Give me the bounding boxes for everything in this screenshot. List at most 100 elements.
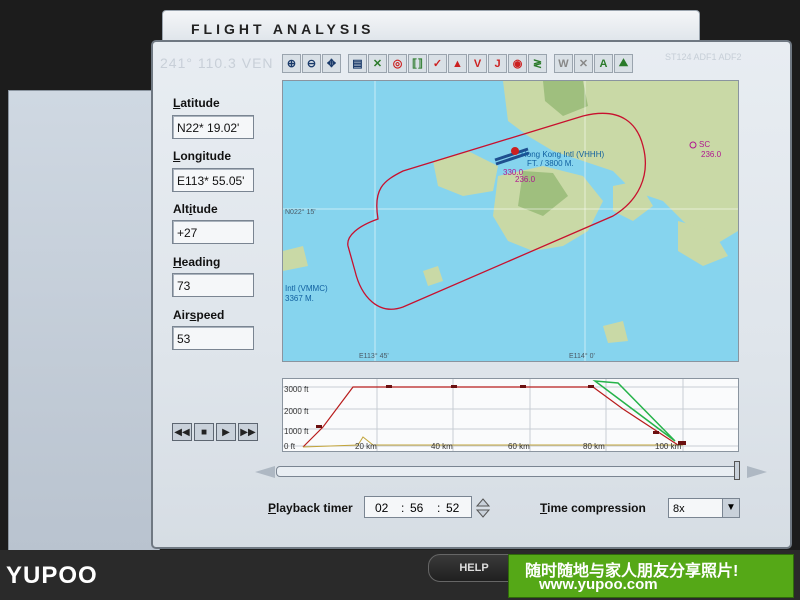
- longitude-field: E113* 55.05': [172, 168, 254, 192]
- airway-button[interactable]: ≷: [528, 54, 547, 73]
- lon-tick-label-2: E114° 0': [569, 352, 595, 360]
- terrain-button[interactable]: ⛰: [614, 54, 633, 73]
- print-icon: ▤: [352, 58, 363, 70]
- help-button[interactable]: HELP: [428, 554, 520, 582]
- center-icon: ✥: [326, 58, 337, 70]
- yupoo-logo: YUPOO: [6, 562, 98, 589]
- spin-up-icon[interactable]: [475, 498, 491, 507]
- zoom-out-button[interactable]: ⊖: [302, 54, 321, 73]
- rewind-icon: ◀◀: [174, 426, 190, 438]
- j-button[interactable]: J: [488, 54, 507, 73]
- timer-seconds[interactable]: 52: [446, 497, 459, 519]
- time-compression-select[interactable]: 8x ▼: [668, 498, 740, 518]
- print-button[interactable]: ▤: [348, 54, 367, 73]
- triangle-icon: ▲: [452, 57, 463, 70]
- map-view[interactable]: Hong Kong Intl (VHHH) FT. / 3800 M. 330.…: [282, 80, 739, 362]
- airport-button[interactable]: ◉: [508, 54, 527, 73]
- profile-canvas: 3000 ft 2000 ft 1000 ft 0 ft 20 km 40 km…: [283, 379, 738, 451]
- y-tick-3000: 3000 ft: [284, 385, 309, 394]
- w-icon: W: [558, 57, 569, 70]
- x-tick-80: 80 km: [583, 442, 605, 451]
- terrain-icon: ⛰: [618, 57, 629, 69]
- zoom-out-icon: ⊖: [306, 58, 317, 70]
- play-button[interactable]: ▶: [216, 423, 236, 441]
- vor-freq: 236.0: [701, 150, 722, 159]
- map-toolbar: ⊕ ⊖ ✥ ▤ ✕ ◎ ⟦⟧ ✓ ▲ V J ◉ ≷ W ✕ A ⛰: [282, 54, 633, 76]
- play-icon: ▶: [222, 426, 230, 438]
- center-button[interactable]: ✥: [322, 54, 341, 73]
- timer-hours[interactable]: 02: [375, 497, 388, 519]
- airway-icon: ≷: [532, 58, 543, 70]
- altitude-profile: 3000 ft 2000 ft 1000 ft 0 ft 20 km 40 km…: [282, 378, 739, 452]
- ndb-icon: ⟦⟧: [412, 58, 423, 70]
- x-icon: ✕: [578, 58, 589, 70]
- w-button[interactable]: W: [554, 54, 573, 73]
- fast-forward-button[interactable]: ▶▶: [238, 423, 258, 441]
- window-title: FLIGHT ANALYSIS: [191, 21, 375, 37]
- x-tick-40: 40 km: [431, 442, 453, 451]
- terrain: [283, 81, 738, 343]
- airport-icon: ◉: [512, 58, 523, 70]
- x-tick-20: 20 km: [355, 442, 377, 451]
- altitude-line: [302, 386, 679, 448]
- playback-slider[interactable]: [276, 466, 740, 477]
- aircraft-markers: [316, 385, 686, 445]
- y-tick-0: 0 ft: [284, 442, 296, 451]
- lon-tick-label-1: E113° 45': [359, 352, 389, 360]
- route-button[interactable]: ✕: [368, 54, 387, 73]
- altitude-field: +27: [172, 220, 254, 244]
- banner-url: www.yupoo.com: [539, 576, 658, 593]
- v-button[interactable]: V: [468, 54, 487, 73]
- a-button[interactable]: A: [594, 54, 613, 73]
- route-icon: ✕: [372, 58, 383, 70]
- airport2-name: Intl (VMMC): [285, 284, 328, 293]
- x-tick-60: 60 km: [508, 442, 530, 451]
- yupoo-banner[interactable]: 随时随地与家人朋友分享照片! www.yupoo.com: [508, 554, 794, 598]
- stop-button[interactable]: ■: [194, 423, 214, 441]
- playback-timer-field[interactable]: 02 : 56 : 52: [364, 496, 472, 518]
- check-icon: ✓: [432, 58, 443, 70]
- slider-left-arrow-icon: [255, 466, 275, 478]
- zoom-in-icon: ⊕: [286, 58, 297, 70]
- playback-slider-thumb[interactable]: [734, 461, 740, 480]
- lat-tick-label: N022° 15': [285, 208, 316, 216]
- latitude-field: N22* 19.02': [172, 115, 254, 139]
- y-tick-1000: 1000 ft: [284, 427, 309, 436]
- check-button[interactable]: ✓: [428, 54, 447, 73]
- airport1-name: Hong Kong Intl (VHHH): [521, 150, 604, 159]
- timer-sep-2: :: [437, 501, 441, 515]
- x-tick-100: 100 km: [655, 442, 682, 451]
- a-icon: A: [599, 57, 608, 70]
- latitude-label: Latitude: [173, 96, 220, 110]
- spin-down-icon[interactable]: [475, 509, 491, 518]
- chevron-down-icon[interactable]: ▼: [722, 499, 739, 517]
- airport2-elev: 3367 M.: [285, 294, 314, 303]
- target-button[interactable]: ◎: [388, 54, 407, 73]
- vor-label: SC: [699, 140, 710, 149]
- airport1-freq2: 236.0: [515, 175, 536, 184]
- playback-timer-label: Playback timer: [268, 501, 353, 515]
- x-button[interactable]: ✕: [574, 54, 593, 73]
- fast-forward-icon: ▶▶: [240, 426, 256, 438]
- slider-right-arrow-icon: [747, 466, 767, 478]
- rewind-button[interactable]: ◀◀: [172, 423, 192, 441]
- background-panel: [8, 90, 160, 552]
- longitude-label: Longitude: [173, 149, 231, 163]
- timer-spinner[interactable]: [475, 497, 491, 519]
- time-compression-label: Time compression: [540, 501, 646, 515]
- timer-sep-1: :: [401, 501, 405, 515]
- airspeed-field: 53: [172, 326, 254, 350]
- heading-label: Heading: [173, 255, 221, 269]
- triangle-button[interactable]: ▲: [448, 54, 467, 73]
- v-icon: V: [473, 57, 482, 70]
- ghost-radio-text: 241° 110.3 VEN: [160, 55, 274, 71]
- view-indicator: [592, 380, 676, 442]
- zoom-in-button[interactable]: ⊕: [282, 54, 301, 73]
- timer-minutes[interactable]: 56: [410, 497, 423, 519]
- ndb-button[interactable]: ⟦⟧: [408, 54, 427, 73]
- map-canvas: Hong Kong Intl (VHHH) FT. / 3800 M. 330.…: [283, 81, 738, 361]
- airport1-elev: FT. / 3800 M.: [527, 159, 574, 168]
- time-compression-value: 8x: [673, 503, 685, 515]
- heading-field: 73: [172, 273, 254, 297]
- altitude-label: Altitude: [173, 202, 218, 216]
